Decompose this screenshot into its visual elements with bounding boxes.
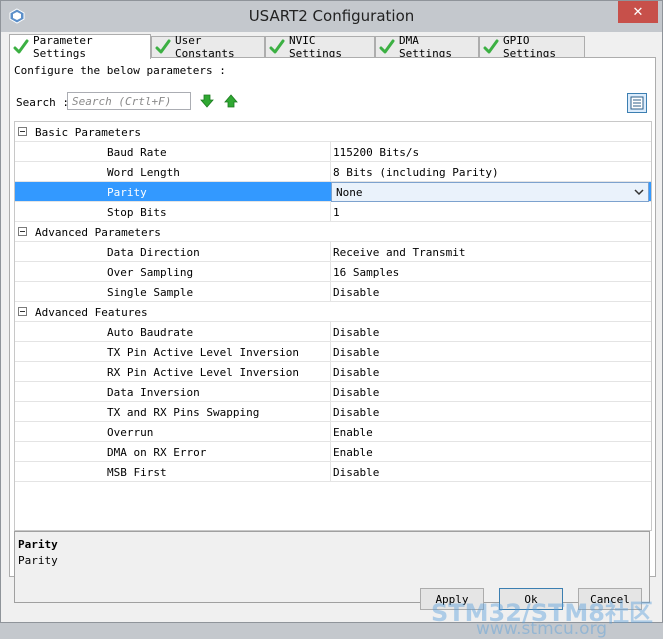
param-row-dma-rx-error[interactable]: DMA on RX Error Enable [15, 442, 651, 462]
description-body: Parity [18, 554, 58, 567]
group-label: Basic Parameters [35, 126, 141, 139]
param-name: MSB First [107, 466, 167, 479]
parameter-settings-panel: Configure the below parameters : Search … [9, 57, 656, 603]
group-advanced-parameters[interactable]: Advanced Parameters [15, 222, 651, 242]
param-name: Single Sample [107, 286, 194, 299]
param-row-tx-pin-inversion[interactable]: TX Pin Active Level Inversion Disable [15, 342, 651, 362]
column-divider [330, 462, 331, 482]
column-divider [330, 142, 331, 162]
usart2-configuration-window: USART2 Configuration ✕ Parameter Setting… [0, 0, 663, 639]
tab-dma-settings[interactable]: DMA Settings [375, 34, 479, 60]
title-bar[interactable]: USART2 Configuration ✕ [1, 1, 662, 32]
search-input[interactable] [67, 92, 191, 110]
param-name: Overrun [107, 426, 154, 439]
param-row-data-inversion[interactable]: Data Inversion Disable [15, 382, 651, 402]
param-name: Over Sampling [107, 266, 194, 279]
watermark-url: www.stmcu.org [476, 619, 608, 639]
param-row-rx-pin-inversion[interactable]: RX Pin Active Level Inversion Disable [15, 362, 651, 382]
param-row-pins-swapping[interactable]: TX and RX Pins Swapping Disable [15, 402, 651, 422]
param-value[interactable]: 8 Bits (including Parity) [333, 166, 499, 179]
column-divider [330, 362, 331, 382]
param-value[interactable]: Enable [333, 446, 373, 459]
tab-user-constants[interactable]: User Constants [151, 34, 265, 60]
column-divider [330, 322, 331, 342]
param-row-word-length[interactable]: Word Length 8 Bits (including Parity) [15, 162, 651, 182]
column-divider [330, 442, 331, 462]
column-divider [330, 422, 331, 442]
param-row-auto-baudrate[interactable]: Auto Baudrate Disable [15, 322, 651, 342]
column-divider [330, 202, 331, 222]
param-name: Parity [107, 186, 147, 199]
arrow-down-icon[interactable] [200, 94, 214, 108]
tab-label: Parameter Settings [33, 34, 93, 60]
group-label: Advanced Features [35, 306, 148, 319]
dialog-content: Parameter Settings User Constants NVIC S… [6, 32, 657, 639]
group-label: Advanced Parameters [35, 226, 161, 239]
check-icon [379, 39, 395, 54]
column-divider [330, 402, 331, 422]
param-value: None [336, 186, 363, 199]
param-name: Word Length [107, 166, 180, 179]
param-row-parity[interactable]: Parity None [15, 182, 651, 202]
param-value[interactable]: 115200 Bits/s [333, 146, 419, 159]
list-view-button[interactable] [627, 93, 647, 113]
param-name: Data Direction [107, 246, 200, 259]
param-value[interactable]: Disable [333, 406, 379, 419]
param-row-baud-rate[interactable]: Baud Rate 115200 Bits/s [15, 142, 651, 162]
param-name: Baud Rate [107, 146, 167, 159]
param-value[interactable]: Disable [333, 366, 379, 379]
collapse-icon[interactable] [18, 227, 27, 236]
param-row-overrun[interactable]: Overrun Enable [15, 422, 651, 442]
check-icon [483, 39, 499, 54]
tab-nvic-settings[interactable]: NVIC Settings [265, 34, 375, 60]
group-advanced-features[interactable]: Advanced Features [15, 302, 651, 322]
param-row-msb-first[interactable]: MSB First Disable [15, 462, 651, 482]
collapse-icon[interactable] [18, 307, 27, 316]
param-value[interactable]: Disable [333, 346, 379, 359]
window-title: USART2 Configuration [248, 7, 415, 25]
param-name: Data Inversion [107, 386, 200, 399]
parity-select[interactable]: None [331, 182, 649, 202]
param-value[interactable]: Disable [333, 326, 379, 339]
list-view-icon [630, 96, 644, 110]
param-row-stop-bits[interactable]: Stop Bits 1 [15, 202, 651, 222]
check-icon [155, 39, 171, 54]
check-icon [13, 39, 29, 54]
column-divider [330, 262, 331, 282]
arrow-up-icon[interactable] [224, 94, 238, 108]
column-divider [330, 282, 331, 302]
description-title: Parity [18, 538, 58, 551]
param-value[interactable]: 16 Samples [333, 266, 399, 279]
param-name: Stop Bits [107, 206, 167, 219]
search-label: Search : [16, 96, 69, 109]
param-value[interactable]: Disable [333, 386, 379, 399]
chevron-down-icon[interactable] [634, 187, 644, 197]
collapse-icon[interactable] [18, 127, 27, 136]
tab-parameter-settings[interactable]: Parameter Settings [9, 34, 151, 60]
param-value[interactable]: Receive and Transmit [333, 246, 465, 259]
column-divider [330, 242, 331, 262]
param-row-single-sample[interactable]: Single Sample Disable [15, 282, 651, 302]
param-value[interactable]: Enable [333, 426, 373, 439]
param-name: Auto Baudrate [107, 326, 194, 339]
param-row-over-sampling[interactable]: Over Sampling 16 Samples [15, 262, 651, 282]
param-name: DMA on RX Error [107, 446, 207, 459]
param-name: RX Pin Active Level Inversion [107, 366, 300, 379]
param-value[interactable]: Disable [333, 466, 379, 479]
param-name: TX and RX Pins Swapping [107, 406, 260, 419]
close-button[interactable]: ✕ [618, 1, 658, 23]
param-value[interactable]: Disable [333, 286, 379, 299]
param-row-data-direction[interactable]: Data Direction Receive and Transmit [15, 242, 651, 262]
tab-gpio-settings[interactable]: GPIO Settings [479, 34, 585, 60]
column-divider [330, 162, 331, 182]
check-icon [269, 39, 285, 54]
column-divider [330, 382, 331, 402]
group-basic-parameters[interactable]: Basic Parameters [15, 122, 651, 142]
param-value[interactable]: 1 [333, 206, 340, 219]
param-name: TX Pin Active Level Inversion [107, 346, 300, 359]
configure-instructions: Configure the below parameters : [14, 64, 226, 77]
column-divider [330, 342, 331, 362]
parameter-grid: Basic Parameters Baud Rate 115200 Bits/s… [14, 121, 652, 531]
